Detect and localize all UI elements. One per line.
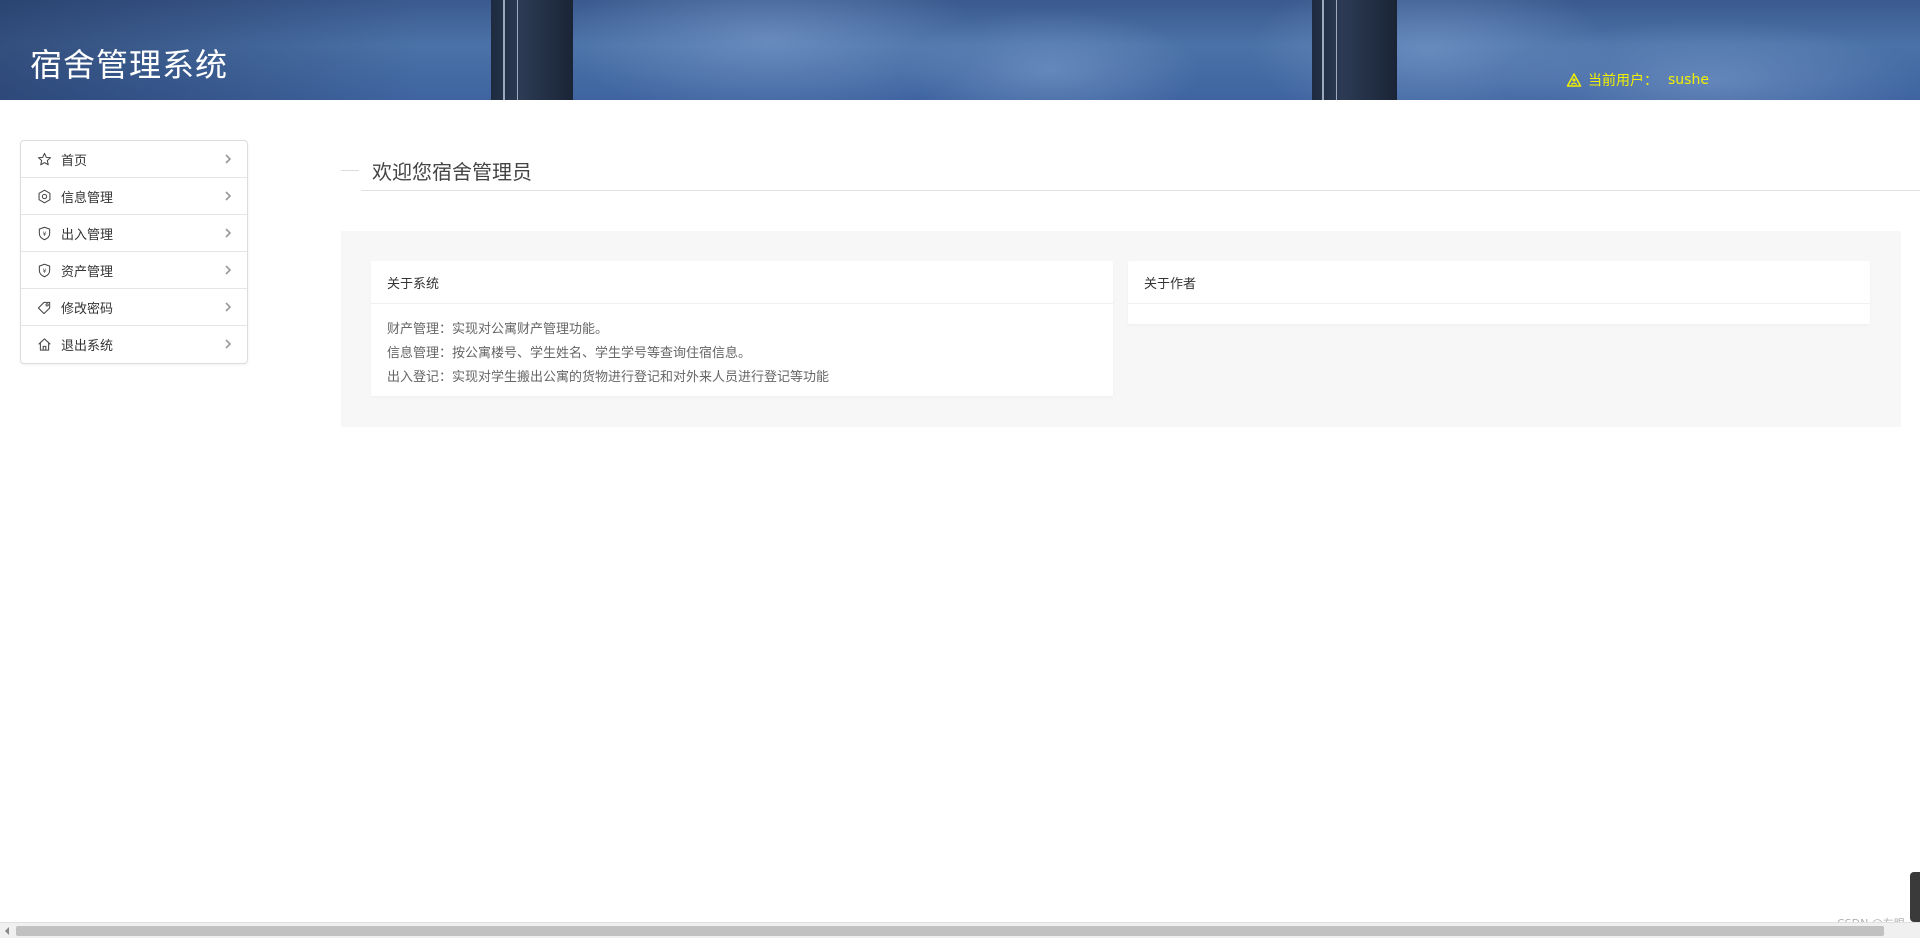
sidebar-item-label: 出入管理 bbox=[61, 227, 114, 243]
chevron-right-icon bbox=[225, 228, 232, 238]
horizontal-scrollbar[interactable] bbox=[0, 922, 1920, 938]
warning-user-icon bbox=[1566, 73, 1582, 87]
gear-icon bbox=[38, 189, 51, 203]
about-system-title: 关于系统 bbox=[371, 261, 1113, 304]
sidebar-item-asset-management[interactable]: ¥ 资产管理 bbox=[21, 252, 247, 289]
sidebar-item-logout[interactable]: 退出系统 bbox=[21, 326, 247, 363]
chevron-right-icon bbox=[225, 339, 232, 349]
app-title: 宿舍管理系统 bbox=[30, 46, 229, 84]
about-system-body: 财产管理：实现对公寓财产管理功能。 信息管理：按公寓楼号、学生姓名、学生学号等查… bbox=[371, 304, 1113, 400]
sidebar-item-label: 首页 bbox=[61, 153, 88, 169]
chevron-right-icon bbox=[225, 191, 232, 201]
scroll-left-arrow-icon[interactable] bbox=[2, 926, 12, 936]
home-icon bbox=[38, 338, 51, 351]
star-icon bbox=[37, 152, 52, 165]
about-system-line: 出入登记：实现对学生搬出公寓的货物进行登记和对外来人员进行登记等功能 bbox=[387, 370, 830, 385]
heading-underline bbox=[361, 190, 1920, 191]
sidebar-nav: 首页 信息管理 ¥ 出入管理 ¥ 资产管理 修改密码 退出系统 bbox=[20, 140, 248, 364]
chevron-right-icon bbox=[225, 265, 232, 275]
shield-icon: ¥ bbox=[38, 263, 51, 277]
sidebar-item-label: 信息管理 bbox=[61, 190, 114, 206]
sidebar-item-label: 资产管理 bbox=[61, 264, 114, 280]
chevron-right-icon bbox=[225, 154, 232, 164]
svg-text:¥: ¥ bbox=[43, 230, 47, 237]
sidebar-item-label: 修改密码 bbox=[61, 301, 114, 317]
current-user: 当前用户： sushe bbox=[1566, 70, 1709, 90]
sidebar-item-change-password[interactable]: 修改密码 bbox=[21, 289, 247, 326]
about-system-line: 财产管理：实现对公寓财产管理功能。 bbox=[387, 322, 609, 337]
about-system-line: 信息管理：按公寓楼号、学生姓名、学生学号等查询住宿信息。 bbox=[387, 346, 752, 361]
sidebar-item-label: 退出系统 bbox=[61, 339, 114, 354]
svg-text:¥: ¥ bbox=[43, 267, 47, 274]
chevron-right-icon bbox=[225, 302, 232, 312]
dashboard-panels: 关于系统 财产管理：实现对公寓财产管理功能。 信息管理：按公寓楼号、学生姓名、学… bbox=[341, 231, 1901, 427]
tag-icon bbox=[37, 301, 51, 314]
sidebar-item-home[interactable]: 首页 bbox=[21, 141, 247, 178]
scrollbar-thumb[interactable] bbox=[16, 926, 1884, 936]
sidebar-item-access-management[interactable]: ¥ 出入管理 bbox=[21, 215, 247, 252]
about-author-title: 关于作者 bbox=[1128, 261, 1870, 304]
header-banner: 宿舍管理系统 当前用户： sushe bbox=[0, 0, 1920, 100]
shield-icon: ¥ bbox=[38, 226, 51, 240]
side-widget-tab[interactable] bbox=[1910, 872, 1920, 922]
current-user-label: 当前用户： bbox=[1588, 73, 1658, 89]
current-user-name: sushe bbox=[1668, 72, 1709, 88]
sidebar-item-info-management[interactable]: 信息管理 bbox=[21, 178, 247, 215]
heading-divider bbox=[341, 170, 359, 171]
about-author-card: 关于作者 bbox=[1128, 261, 1870, 324]
about-system-card: 关于系统 财产管理：实现对公寓财产管理功能。 信息管理：按公寓楼号、学生姓名、学… bbox=[371, 261, 1113, 396]
page-title: 欢迎您宿舍管理员 bbox=[372, 160, 532, 184]
